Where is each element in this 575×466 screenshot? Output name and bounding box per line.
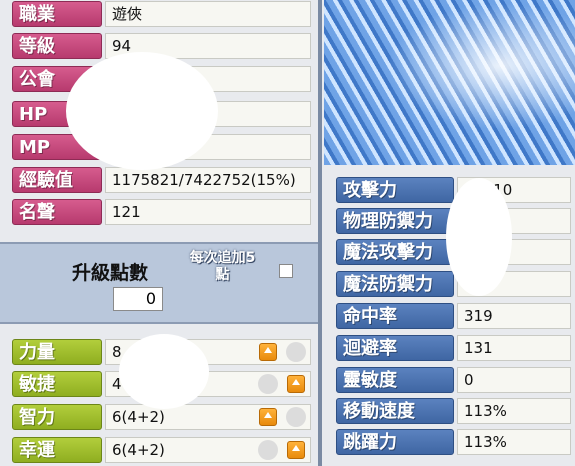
auto-add-unit: 點	[215, 267, 230, 283]
str-decrease-button[interactable]	[286, 342, 306, 362]
dex-decrease-button[interactable]	[258, 374, 278, 394]
combat-label: 魔法防禦力	[336, 271, 454, 297]
combat-row: 靈敏度 0	[336, 366, 571, 394]
stat-label: 幸運	[12, 437, 102, 463]
combat-row: 迴避率 131	[336, 334, 571, 362]
redaction-mask	[119, 334, 209, 409]
luk-increase-button[interactable]	[287, 441, 305, 459]
info-value: 遊俠	[105, 1, 311, 27]
auto-add-checkbox[interactable]	[279, 264, 293, 278]
redaction-mask	[446, 178, 512, 296]
info-label: 名聲	[12, 199, 102, 225]
str-increase-button[interactable]	[259, 343, 277, 361]
combat-value: 131	[457, 335, 571, 361]
combat-value: 113%	[457, 429, 571, 455]
combat-label: 跳躍力	[336, 429, 454, 455]
stat-label: 敏捷	[12, 371, 102, 397]
levelup-title: 升級點數	[72, 262, 149, 284]
combat-value: 319	[457, 303, 571, 329]
combat-value: 113%	[457, 398, 571, 424]
combat-label: 移動速度	[336, 398, 454, 424]
auto-add-label: 每次追加5 點	[180, 250, 265, 284]
int-increase-button[interactable]	[259, 408, 277, 426]
combat-label: 迴避率	[336, 335, 454, 361]
info-row-job: 職業 遊俠	[0, 0, 318, 28]
stat-row-luk: 幸運 6(4+2)	[0, 436, 318, 464]
stat-value: 6(4+2)	[105, 404, 311, 430]
stat-label: 智力	[12, 404, 102, 430]
info-label: 等級	[12, 33, 102, 59]
combat-label: 攻擊力	[336, 177, 454, 203]
stat-label: 力量	[12, 339, 102, 365]
info-value: 121	[105, 199, 311, 225]
stat-value: 6(4+2)	[105, 437, 311, 463]
combat-label: 靈敏度	[336, 367, 454, 393]
combat-row: 跳躍力 113%	[336, 428, 571, 456]
info-row-fame: 名聲 121	[0, 198, 318, 226]
combat-label: 命中率	[336, 303, 454, 329]
redaction-mask	[66, 52, 218, 170]
combat-label: 物理防禦力	[336, 208, 454, 234]
info-label: 職業	[12, 1, 102, 27]
info-value: 1175821/7422752(15%)	[105, 167, 311, 193]
info-row-exp: 經驗值 1175821/7422752(15%)	[0, 166, 318, 194]
dex-increase-button[interactable]	[287, 375, 305, 393]
combat-row: 移動速度 113%	[336, 397, 571, 425]
luk-decrease-button[interactable]	[258, 440, 278, 460]
combat-row: 命中率 319	[336, 302, 571, 330]
character-artwork	[324, 0, 575, 165]
levelup-section: 升級點數 0 每次追加5 點	[0, 242, 318, 324]
int-decrease-button[interactable]	[286, 407, 306, 427]
levelup-points-field: 0	[113, 287, 163, 311]
combat-label: 魔法攻擊力	[336, 239, 454, 265]
info-label: 經驗值	[12, 167, 102, 193]
auto-add-text: 每次追加5	[189, 250, 256, 266]
combat-value: 0	[457, 367, 571, 393]
